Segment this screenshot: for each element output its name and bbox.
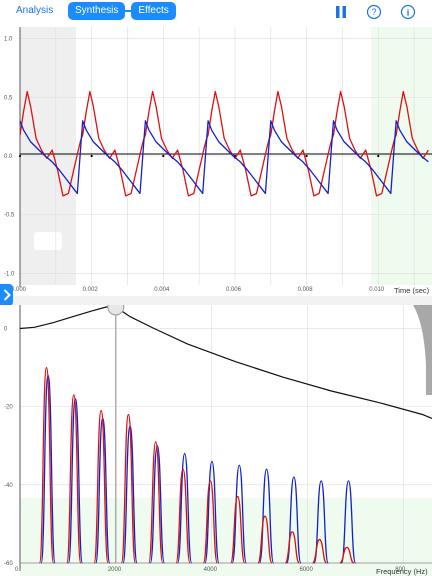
drag-handle[interactable] <box>34 232 62 250</box>
analysis-button[interactable]: Analysis <box>16 5 53 16</box>
time-zero-tick-dot <box>90 154 93 158</box>
time-x-tick-label: 0.008 <box>298 287 314 293</box>
time-x-tick-label: 0.006 <box>226 287 242 293</box>
time-y-tick-label: 0.5 <box>4 95 13 101</box>
freq-y-tick-label: -20 <box>4 405 13 411</box>
freq-x-tick-label: 4000 <box>204 567 218 573</box>
top-toolbar: Analysis Synthesis Effects ? i <box>0 0 432 27</box>
effects-button[interactable]: Effects <box>131 2 176 20</box>
freq-x-tick-label: 2000 <box>108 567 122 573</box>
freq-axis-title: Frequency (Hz) <box>376 567 428 576</box>
frequency-spectrum-plot[interactable]: 0 2000 4000 6000 8000-20-40-60 Frequency (Hz… <box>0 305 432 576</box>
time-y-tick-label: -0.5 <box>4 213 15 219</box>
synthesis-button[interactable]: Synthesis <box>68 2 126 20</box>
panel-divider <box>0 296 432 305</box>
time-x-tick-label: 0.010 <box>369 287 385 293</box>
time-zero-tick-dot <box>305 154 308 158</box>
freq-y-tick-label: -40 <box>4 483 13 489</box>
synthesis-effects-segmented-control: Synthesis Effects <box>68 2 176 20</box>
time-y-tick-label: -1.0 <box>4 271 15 277</box>
svg-text:i: i <box>407 8 410 18</box>
time-x-tick-label: 0.004 <box>154 287 170 293</box>
time-zero-tick-dot <box>162 154 165 158</box>
time-axis-title: Time (sec) <box>394 286 430 295</box>
info-icon[interactable]: i <box>400 4 416 20</box>
help-icon[interactable]: ? <box>366 4 382 20</box>
time-zero-tick-dot <box>18 154 22 158</box>
time-zero-tick-dot <box>377 154 380 158</box>
svg-text:?: ? <box>371 7 376 17</box>
freq-noise-floor-shade <box>20 498 432 576</box>
time-y-tick-label: 1.0 <box>4 37 13 43</box>
time-waveform-plot[interactable]: 0.000 0.002 0.004 0.006 0.008 0.010 1.0 0.5 0.0 -… <box>0 27 432 296</box>
freq-y-tick-label: -60 <box>4 561 13 567</box>
time-x-tick-label: 0.002 <box>83 287 99 293</box>
chevron-right-icon <box>3 289 11 301</box>
pause-icon[interactable] <box>333 4 349 20</box>
time-y-tick-label: 0.0 <box>4 154 13 160</box>
time-x-tick-label: 0.000 <box>11 287 27 293</box>
freq-x-tick-label: 6000 <box>299 567 313 573</box>
side-panel-toggle[interactable] <box>0 284 13 306</box>
